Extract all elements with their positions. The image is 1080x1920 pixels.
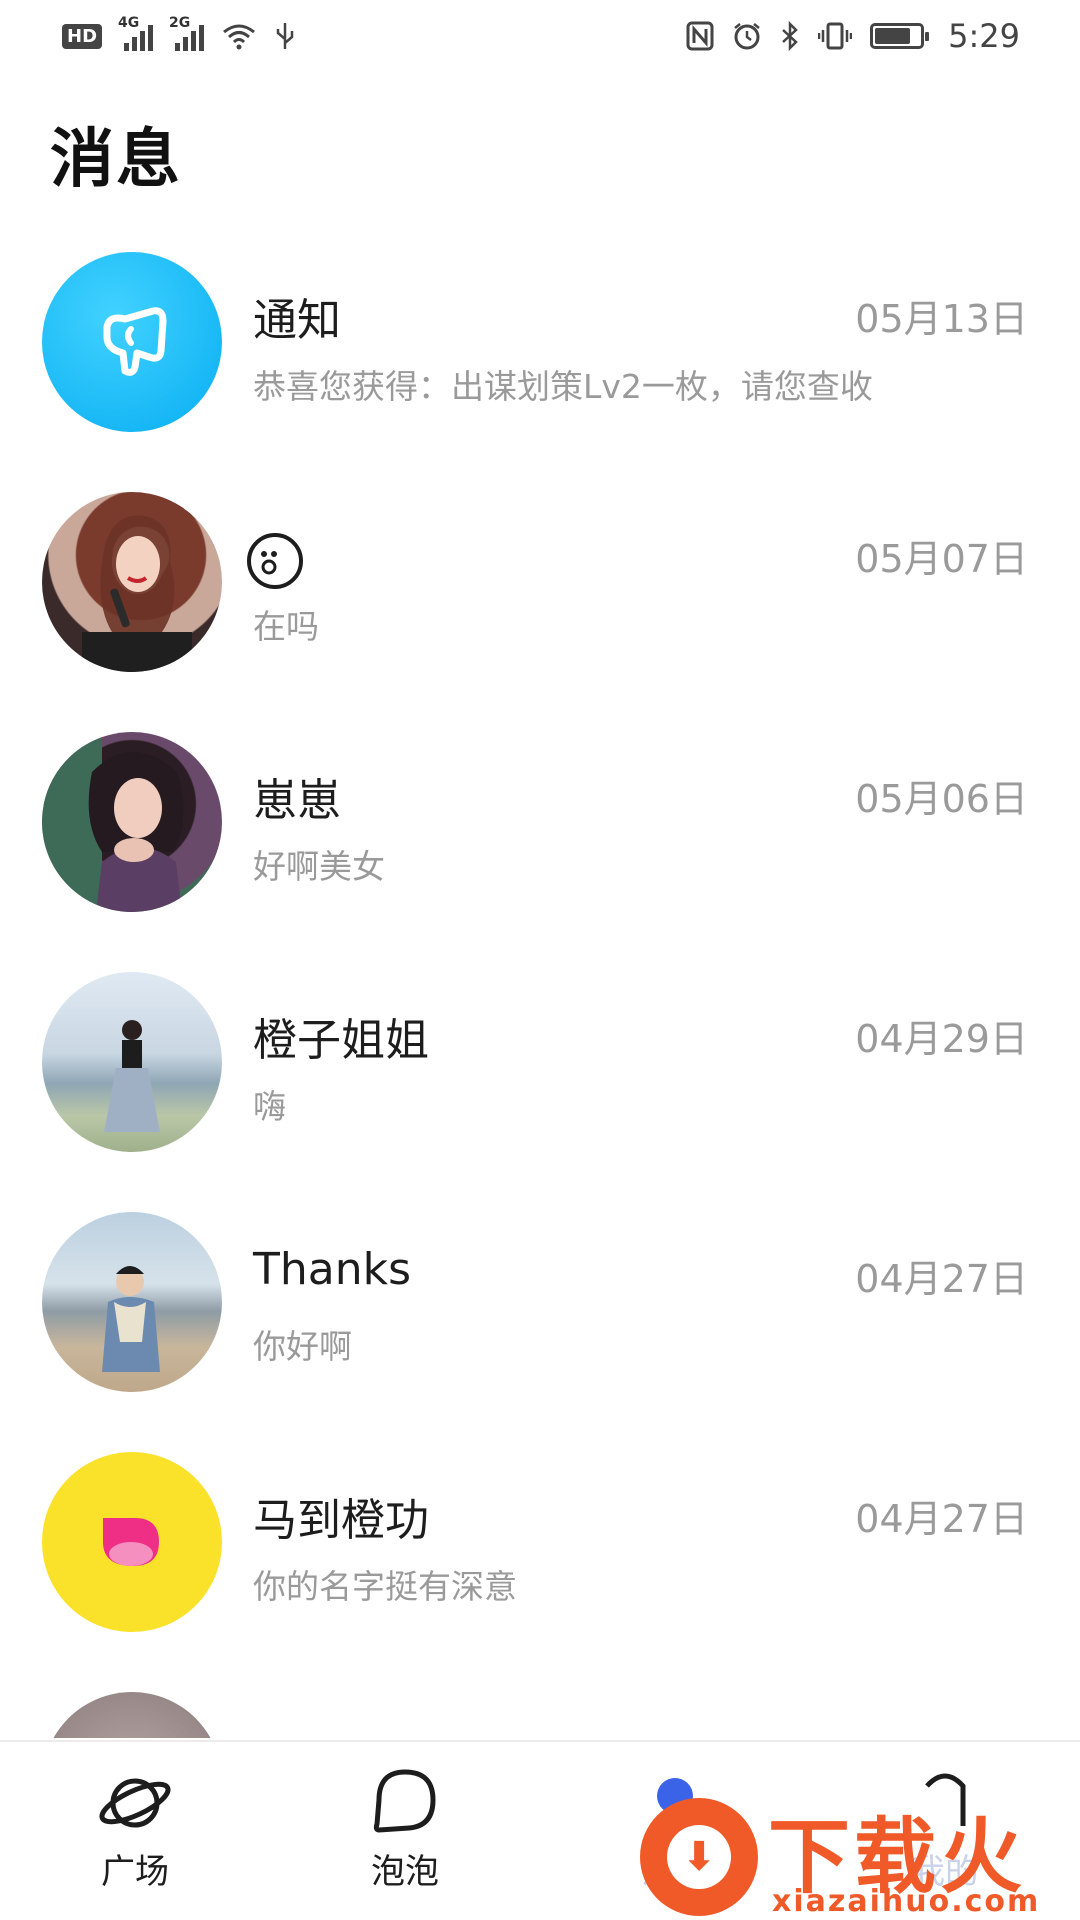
list-item[interactable]: 05月07日 在吗	[0, 480, 1080, 720]
avatar	[42, 732, 222, 912]
status-right: 5:29	[686, 17, 1020, 55]
list-item[interactable]: 崽崽 05月06日 好啊美女	[0, 720, 1080, 960]
message-date: 05月07日	[855, 537, 1028, 581]
message-preview: 你好啊	[253, 1327, 352, 1366]
download-icon: ⬇	[640, 1798, 758, 1916]
battery-icon	[870, 23, 930, 49]
page-title: 消息	[50, 123, 182, 197]
avatar	[42, 492, 222, 672]
avatar	[42, 972, 222, 1152]
list-item[interactable]	[0, 1680, 1080, 1738]
message-date: 04月29日	[855, 1017, 1028, 1061]
usb-icon	[276, 23, 294, 49]
avatar	[42, 1692, 222, 1738]
bubble-icon	[373, 1769, 436, 1833]
message-preview: 恭喜您获得：出谋划策Lv2一枚，请您查收	[253, 367, 873, 406]
message-preview: 在吗	[253, 607, 319, 646]
contact-name: Thanks	[253, 1244, 412, 1295]
bubble-mouth-icon	[103, 1518, 159, 1566]
person-photo	[42, 732, 184, 912]
avatar	[42, 1452, 222, 1632]
smiley-icon	[247, 533, 303, 589]
contact-name: 通知	[253, 295, 341, 346]
nav-label: 广场	[101, 1852, 169, 1892]
message-date: 05月06日	[855, 777, 1028, 821]
status-time: 5:29	[948, 17, 1020, 55]
avatar	[42, 1212, 222, 1392]
contact-name: 橙子姐姐	[253, 1015, 429, 1066]
vibrate-icon	[818, 22, 853, 50]
message-preview: 嗨	[253, 1087, 286, 1126]
status-left: HD 4G 2G	[62, 15, 296, 51]
planet-icon	[99, 1778, 171, 1828]
hd-icon: HD	[62, 23, 103, 49]
message-date: 04月27日	[855, 1257, 1028, 1301]
nav-item-bubble[interactable]: 泡泡	[270, 1742, 540, 1920]
nfc-icon	[686, 21, 714, 51]
list-item[interactable]: Thanks 04月27日 你好啊	[0, 1200, 1080, 1440]
message-date: 05月13日	[855, 297, 1028, 341]
signal-icon: 2G	[169, 15, 205, 51]
person-photo	[104, 1020, 160, 1132]
message-preview: 好啊美女	[253, 847, 385, 886]
status-bar: HD 4G 2G 5:29	[0, 0, 1080, 72]
nav-label: 泡泡	[371, 1852, 439, 1892]
person-photo	[82, 515, 192, 672]
message-list[interactable]: 通知 05月13日 恭喜您获得：出谋划策Lv2一枚，请您查收 05月07日 在吗	[0, 240, 1080, 1738]
watermark-logo: ⬇ 下载火 xiazaihuo.com	[640, 1790, 1080, 1920]
wifi-icon	[223, 24, 255, 50]
message-preview: 你的名字挺有深意	[253, 1567, 517, 1606]
person-photo	[102, 1266, 160, 1372]
alarm-icon	[734, 23, 760, 50]
watermark-url: xiazaihuo.com	[772, 1884, 1041, 1919]
nav-item-plaza[interactable]: 广场	[0, 1742, 270, 1920]
signal-icon: 4G	[118, 15, 154, 51]
megaphone-icon	[103, 307, 167, 376]
list-item[interactable]: 马到橙功 04月27日 你的名字挺有深意	[0, 1440, 1080, 1680]
list-item[interactable]: 通知 05月13日 恭喜您获得：出谋划策Lv2一枚，请您查收	[0, 240, 1080, 480]
contact-name: 崽崽	[253, 775, 341, 826]
list-item[interactable]: 橙子姐姐 04月29日 嗨	[0, 960, 1080, 1200]
message-date: 04月27日	[855, 1497, 1028, 1541]
avatar	[42, 252, 222, 432]
bluetooth-icon	[782, 21, 798, 51]
contact-name: 马到橙功	[253, 1495, 429, 1546]
